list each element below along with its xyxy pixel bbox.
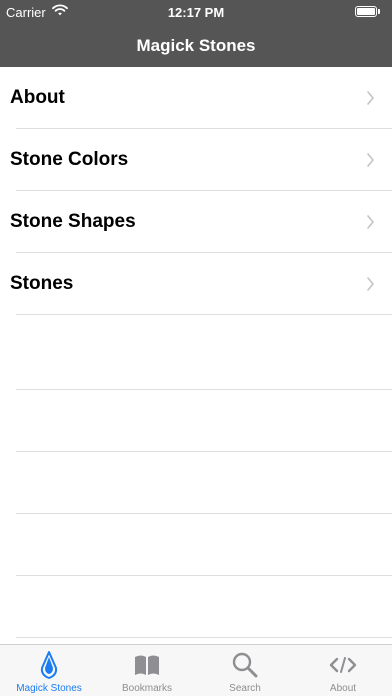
list-item-label: Stone Colors <box>10 149 129 170</box>
tab-label: Bookmarks <box>121 683 172 694</box>
tab-search[interactable]: Search <box>196 645 294 697</box>
stone-icon <box>40 651 58 679</box>
list-item-label: Stone Shapes <box>10 211 136 232</box>
empty-row-separator <box>16 389 392 390</box>
list-item-label: Stones <box>10 273 74 294</box>
empty-row-separator <box>16 637 392 638</box>
magnifier-icon <box>232 652 258 678</box>
chevron-right-icon <box>367 91 374 105</box>
tab-label: Search <box>229 683 261 694</box>
chevron-right-icon <box>367 277 374 291</box>
status-bar: Carrier 12:17 PM <box>0 0 392 24</box>
chevron-right-icon <box>367 153 374 167</box>
clock: 12:17 PM <box>167 5 225 20</box>
book-icon <box>135 655 159 675</box>
list-item-label: About <box>10 87 65 108</box>
list-item-stone-colors[interactable]: Stone Colors <box>0 129 392 191</box>
tab-magick-stones[interactable]: Magick Stones <box>0 645 98 697</box>
row-separator <box>16 314 392 315</box>
code-icon <box>329 657 357 673</box>
chevron-right-icon <box>367 215 374 229</box>
list-item-about[interactable]: About <box>0 67 392 129</box>
tab-bookmarks[interactable]: Bookmarks <box>98 645 196 697</box>
tab-label: About <box>329 683 357 694</box>
empty-row-separator <box>16 575 392 576</box>
tab-about[interactable]: About <box>294 645 392 697</box>
nav-title: Magick Stones <box>136 36 256 55</box>
menu-list: About Stone Colors Stone Shapes Stones <box>0 67 392 315</box>
empty-row-separator <box>16 513 392 514</box>
list-item-stone-shapes[interactable]: Stone Shapes <box>0 191 392 253</box>
empty-row-separator <box>16 451 392 452</box>
tab-bar: Magick Stones Bookmarks Search About <box>0 644 392 696</box>
tab-label: Magick Stones <box>16 683 82 694</box>
battery-icon <box>355 6 381 17</box>
list-item-stones[interactable]: Stones <box>0 253 392 315</box>
top-bar: Carrier 12:17 PM Magick Stones <box>0 0 392 67</box>
